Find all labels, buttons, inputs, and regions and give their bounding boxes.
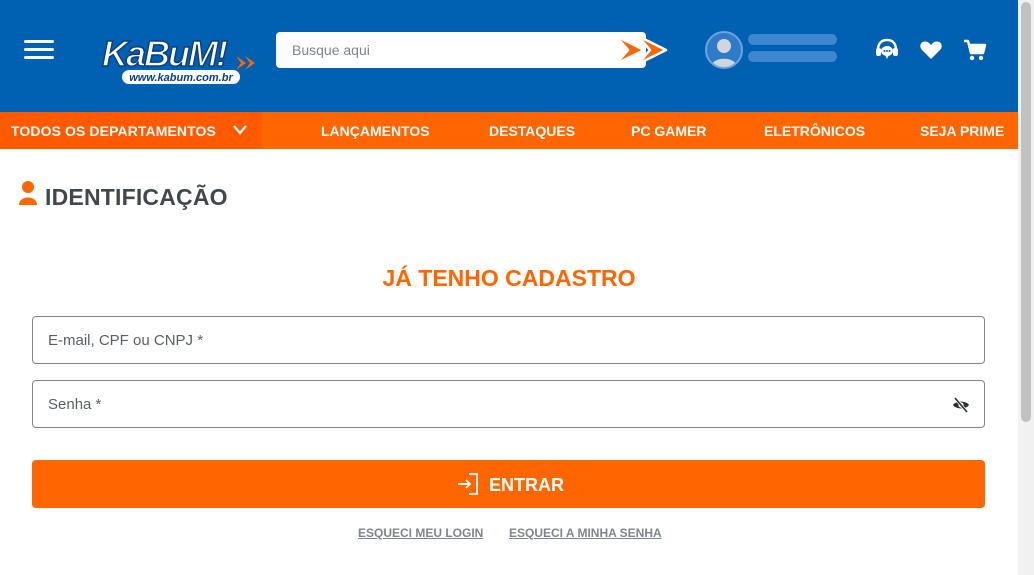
chevron-down-icon [233, 125, 247, 135]
logo-url: www.kabum.com.br [129, 72, 233, 84]
scrollbar-thumb[interactable] [1021, 2, 1031, 422]
forgot-login-link[interactable]: ESQUECI MEU LOGIN [358, 526, 483, 540]
password-field [32, 380, 985, 428]
password-input[interactable] [33, 381, 984, 427]
all-departments-label: TODOS OS DEPARTAMENTOS [11, 123, 216, 139]
department-nav: TODOS OS DEPARTAMENTOS LANÇAMENTOS DESTA… [0, 112, 1018, 149]
kabum-logo[interactable]: KaBuM! www.kabum.com.br [100, 30, 262, 88]
page: KaBuM! www.kabum.com.br Busque aqui TODO… [0, 0, 1034, 575]
nav-item-lancamentos[interactable]: LANÇAMENTOS [321, 123, 430, 139]
search-go-icon[interactable] [614, 26, 680, 74]
support-icon[interactable] [874, 37, 900, 63]
search-box [276, 32, 646, 68]
login-input[interactable] [33, 317, 984, 363]
enter-button[interactable]: ENTRAR [32, 460, 985, 508]
page-title: IDENTIFICAÇÃO [45, 184, 228, 210]
user-name-placeholder[interactable] [748, 34, 837, 45]
user-icon [19, 181, 37, 205]
eye-slash-icon[interactable] [952, 396, 970, 414]
cart-icon[interactable] [962, 37, 988, 63]
login-icon [458, 473, 478, 495]
heart-icon[interactable] [918, 37, 944, 63]
all-departments-button[interactable]: TODOS OS DEPARTAMENTOS [0, 112, 262, 149]
nav-item-eletronicos[interactable]: ELETRÔNICOS [764, 123, 865, 139]
nav-item-destaques[interactable]: DESTAQUES [489, 123, 575, 139]
section-title: JÁ TENHO CADASTRO [382, 265, 636, 291]
nav-item-seja-prime[interactable]: SEJA PRIME [920, 123, 1004, 139]
enter-label: ENTRAR [489, 475, 564, 495]
nav-item-pc-gamer[interactable]: PC GAMER [631, 123, 706, 139]
forgot-password-link[interactable]: ESQUECI A MINHA SENHA [509, 526, 662, 540]
site-header: KaBuM! www.kabum.com.br [0, 0, 1018, 112]
avatar[interactable] [705, 31, 743, 69]
menu-icon[interactable] [24, 38, 54, 62]
scrollbar[interactable] [1018, 0, 1034, 575]
search-input[interactable] [276, 32, 616, 68]
user-icon [711, 39, 737, 67]
login-field [32, 316, 985, 364]
logo-wordmark: KaBuM! [102, 33, 228, 74]
user-account-placeholder[interactable] [748, 51, 837, 62]
